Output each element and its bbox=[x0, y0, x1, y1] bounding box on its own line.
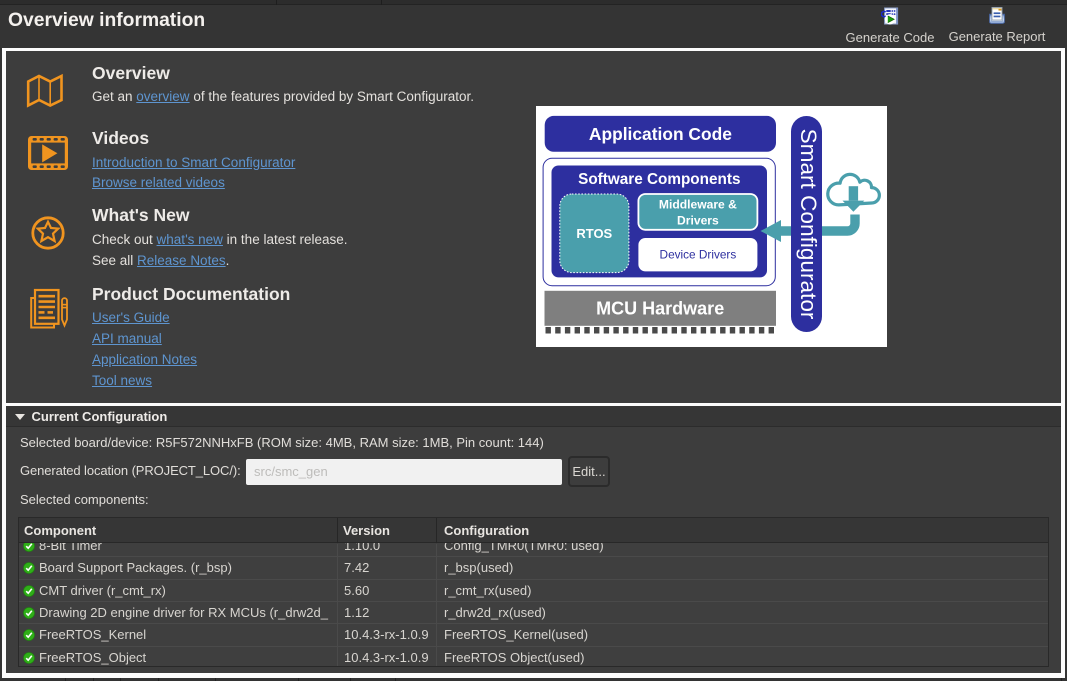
svg-text:Smart Configurator: Smart Configurator bbox=[796, 129, 821, 320]
svg-text:Application Code: Application Code bbox=[589, 124, 732, 144]
svg-text:Device Drivers: Device Drivers bbox=[660, 248, 737, 262]
svg-text:RTOS: RTOS bbox=[576, 226, 612, 241]
svg-text:Middleware &: Middleware & bbox=[659, 198, 737, 212]
svg-text:Drivers: Drivers bbox=[677, 214, 719, 228]
svg-text:Software Components: Software Components bbox=[578, 171, 740, 188]
svg-text:MCU Hardware: MCU Hardware bbox=[596, 298, 724, 318]
